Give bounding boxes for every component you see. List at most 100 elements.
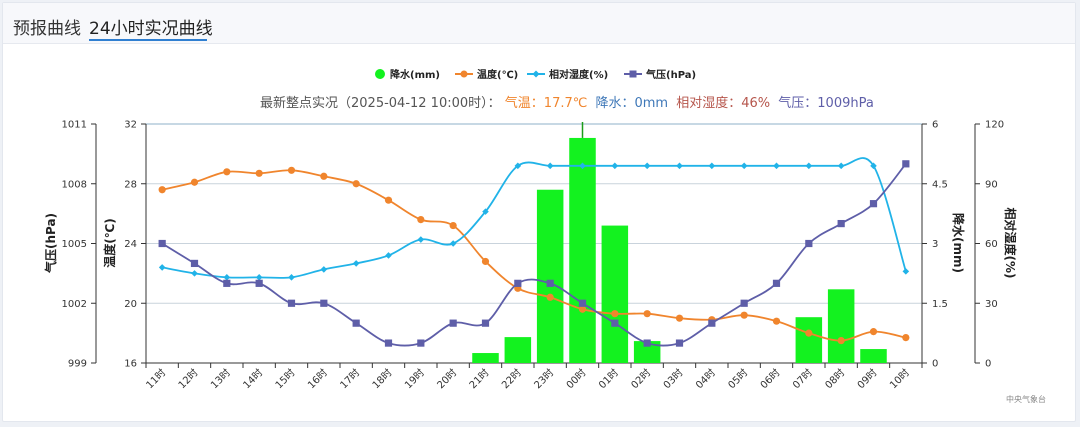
legend-pressure-swatch bbox=[629, 70, 637, 78]
temp-point[interactable] bbox=[902, 334, 910, 342]
legend-item-rain[interactable]: 降水(mm) bbox=[375, 68, 440, 81]
x-tick-label: 15时 bbox=[273, 367, 298, 392]
rain-bar[interactable] bbox=[860, 349, 887, 363]
humidity-point[interactable] bbox=[837, 162, 845, 170]
pressure-point[interactable] bbox=[449, 319, 457, 327]
temp-point[interactable] bbox=[546, 293, 554, 301]
humidity-point[interactable] bbox=[449, 240, 457, 247]
humidity-point[interactable] bbox=[676, 162, 683, 170]
humidity-point[interactable] bbox=[158, 264, 166, 271]
pressure-point[interactable] bbox=[384, 339, 393, 347]
temp-point[interactable] bbox=[417, 216, 425, 224]
temp-point[interactable] bbox=[837, 336, 845, 345]
humidity-point[interactable] bbox=[352, 260, 360, 267]
pressure-point[interactable] bbox=[772, 279, 781, 287]
pressure-tick-label: 999 bbox=[68, 359, 87, 370]
humidity-axis-title: 相对湿度(%) bbox=[1003, 208, 1018, 279]
humidity-point[interactable] bbox=[643, 162, 651, 170]
x-tick-label: 05时 bbox=[726, 367, 751, 392]
humidity-point[interactable] bbox=[288, 274, 295, 281]
temp-point[interactable] bbox=[675, 314, 684, 322]
x-tick-label: 11时 bbox=[144, 367, 169, 392]
temp-tick-label: 20 bbox=[124, 299, 137, 310]
temp-tick-label: 28 bbox=[124, 179, 137, 190]
temp-point[interactable] bbox=[643, 310, 651, 318]
humidity-point[interactable] bbox=[255, 274, 263, 281]
humidity-point[interactable] bbox=[902, 268, 910, 275]
rain-bar[interactable] bbox=[601, 225, 629, 363]
humidity-point[interactable] bbox=[385, 252, 392, 259]
pressure-point[interactable] bbox=[902, 160, 910, 168]
pressure-point[interactable] bbox=[805, 239, 813, 248]
legend-item-temp[interactable]: 温度(℃) bbox=[455, 68, 518, 81]
rain-bar[interactable] bbox=[795, 317, 823, 363]
pressure-point[interactable] bbox=[481, 319, 490, 327]
pressure-point[interactable] bbox=[352, 319, 360, 327]
rain-bars bbox=[472, 122, 887, 363]
legend-item-humidity[interactable]: 相对湿度(%) bbox=[527, 68, 608, 81]
temp-point[interactable] bbox=[481, 257, 490, 266]
humidity-point[interactable] bbox=[773, 162, 780, 170]
humidity-point[interactable] bbox=[191, 270, 198, 277]
pressure-point[interactable] bbox=[708, 319, 716, 327]
temp-point[interactable] bbox=[384, 196, 393, 204]
temp-point[interactable] bbox=[449, 221, 457, 230]
temp-point[interactable] bbox=[223, 168, 231, 176]
humidity-point[interactable] bbox=[708, 162, 716, 170]
temp-tick-label: 32 bbox=[124, 120, 137, 131]
temp-point[interactable] bbox=[352, 180, 360, 188]
humidity-point[interactable] bbox=[546, 162, 554, 170]
rain-tick-label: 4.5 bbox=[932, 179, 948, 190]
temp-point[interactable] bbox=[772, 317, 781, 325]
pressure-point[interactable] bbox=[255, 279, 263, 287]
x-tick-label: 01时 bbox=[596, 367, 621, 392]
humidity-point[interactable] bbox=[417, 236, 425, 243]
temp-point[interactable] bbox=[740, 311, 748, 319]
pressure-point[interactable] bbox=[158, 239, 166, 248]
humidity-point[interactable] bbox=[805, 162, 813, 170]
source-credit: 中央气象台 bbox=[1006, 394, 1046, 404]
x-tick-label: 03时 bbox=[661, 367, 686, 392]
pressure-point[interactable] bbox=[611, 319, 619, 327]
pressure-point[interactable] bbox=[740, 299, 748, 307]
pressure-point[interactable] bbox=[514, 279, 522, 287]
pressure-point[interactable] bbox=[643, 339, 651, 347]
humidity-tick-label: 120 bbox=[985, 120, 1004, 131]
pressure-point[interactable] bbox=[869, 200, 878, 208]
temp-point[interactable] bbox=[158, 186, 166, 194]
pressure-series-line bbox=[161, 163, 907, 347]
humidity-point[interactable] bbox=[320, 266, 328, 273]
temp-point[interactable] bbox=[255, 169, 263, 177]
pressure-point[interactable] bbox=[675, 339, 684, 347]
humidity-tick-label: 0 bbox=[985, 359, 991, 370]
rain-bar[interactable] bbox=[536, 189, 564, 363]
pressure-point[interactable] bbox=[287, 299, 296, 307]
humidity-point[interactable] bbox=[740, 162, 748, 170]
temp-point[interactable] bbox=[869, 328, 878, 336]
temp-point[interactable] bbox=[320, 172, 328, 180]
pressure-point[interactable] bbox=[578, 299, 587, 307]
temp-point[interactable] bbox=[805, 329, 813, 337]
pressure-point[interactable] bbox=[223, 279, 231, 287]
humidity-point[interactable] bbox=[611, 162, 619, 170]
rain-bar[interactable] bbox=[569, 137, 596, 363]
pressure-point[interactable] bbox=[190, 259, 199, 268]
temp-point[interactable] bbox=[611, 310, 619, 318]
humidity-tick-label: 60 bbox=[985, 239, 998, 250]
temp-point[interactable] bbox=[190, 178, 199, 186]
temp-point[interactable] bbox=[287, 166, 296, 174]
rain-bar[interactable] bbox=[827, 289, 855, 363]
rain-bar[interactable] bbox=[504, 337, 532, 363]
pressure-point[interactable] bbox=[417, 339, 425, 347]
x-tick-label: 04时 bbox=[693, 367, 718, 392]
rain-tick-label: 1.5 bbox=[932, 299, 948, 310]
pressure-point[interactable] bbox=[837, 219, 845, 228]
temp-tick-label: 24 bbox=[124, 239, 137, 250]
legend-item-pressure[interactable]: 气压(hPa) bbox=[624, 68, 696, 81]
pressure-point[interactable] bbox=[546, 279, 554, 287]
rain-bar[interactable] bbox=[472, 353, 499, 363]
x-tick-label: 00时 bbox=[564, 367, 589, 392]
temp-series-line bbox=[161, 169, 907, 342]
humidity-point[interactable] bbox=[223, 274, 231, 281]
pressure-point[interactable] bbox=[320, 299, 328, 307]
